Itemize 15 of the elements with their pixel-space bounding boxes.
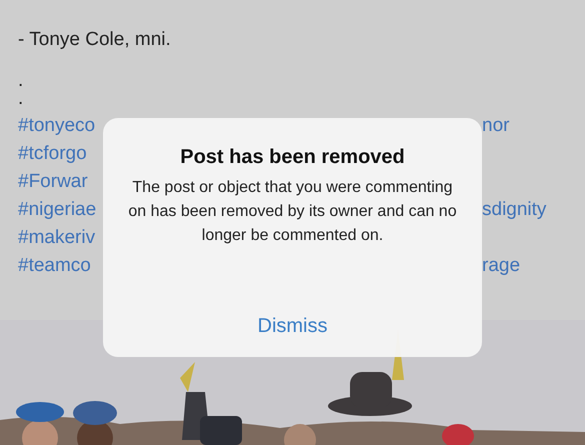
dot-text: . (18, 70, 24, 91)
hashtag-link[interactable]: #teamco (18, 255, 91, 276)
dialog-title: Post has been removed (180, 145, 405, 170)
hashtag-link[interactable]: #nigeriae (18, 199, 96, 220)
hashtag-link[interactable]: #tcforgo (18, 143, 87, 164)
dialog-message: The post or object that you were commenting on has been removed by its owner and can no longer be commented on. (128, 178, 458, 246)
hashtag-link[interactable]: sdignity (482, 199, 546, 220)
hashtag-link[interactable]: nor (482, 115, 510, 136)
dismiss-button[interactable]: Dismiss (250, 309, 336, 343)
hashtag-link[interactable]: #tonyeco (18, 115, 96, 136)
hashtag-link[interactable]: rage (482, 255, 520, 276)
hashtag-link[interactable]: #makeriv (18, 227, 96, 248)
hashtag-link[interactable]: #Forwar (18, 171, 88, 192)
author-line: - Tonye Cole, mni. (17, 28, 172, 52)
dot-text: . (18, 88, 24, 109)
